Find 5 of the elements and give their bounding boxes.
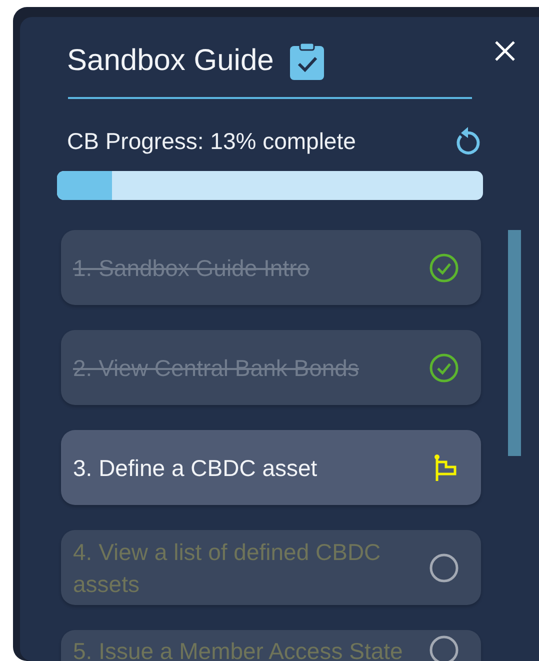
guide-step[interactable]: 1. Sandbox Guide Intro bbox=[61, 230, 481, 305]
guide-step[interactable]: 3. Define a CBDC asset bbox=[61, 430, 481, 505]
panel-title: Sandbox Guide bbox=[67, 43, 274, 79]
guide-step[interactable]: 2. View Central Bank Bonds bbox=[61, 330, 481, 405]
progress-label: CB Progress: 13% complete bbox=[67, 128, 356, 154]
